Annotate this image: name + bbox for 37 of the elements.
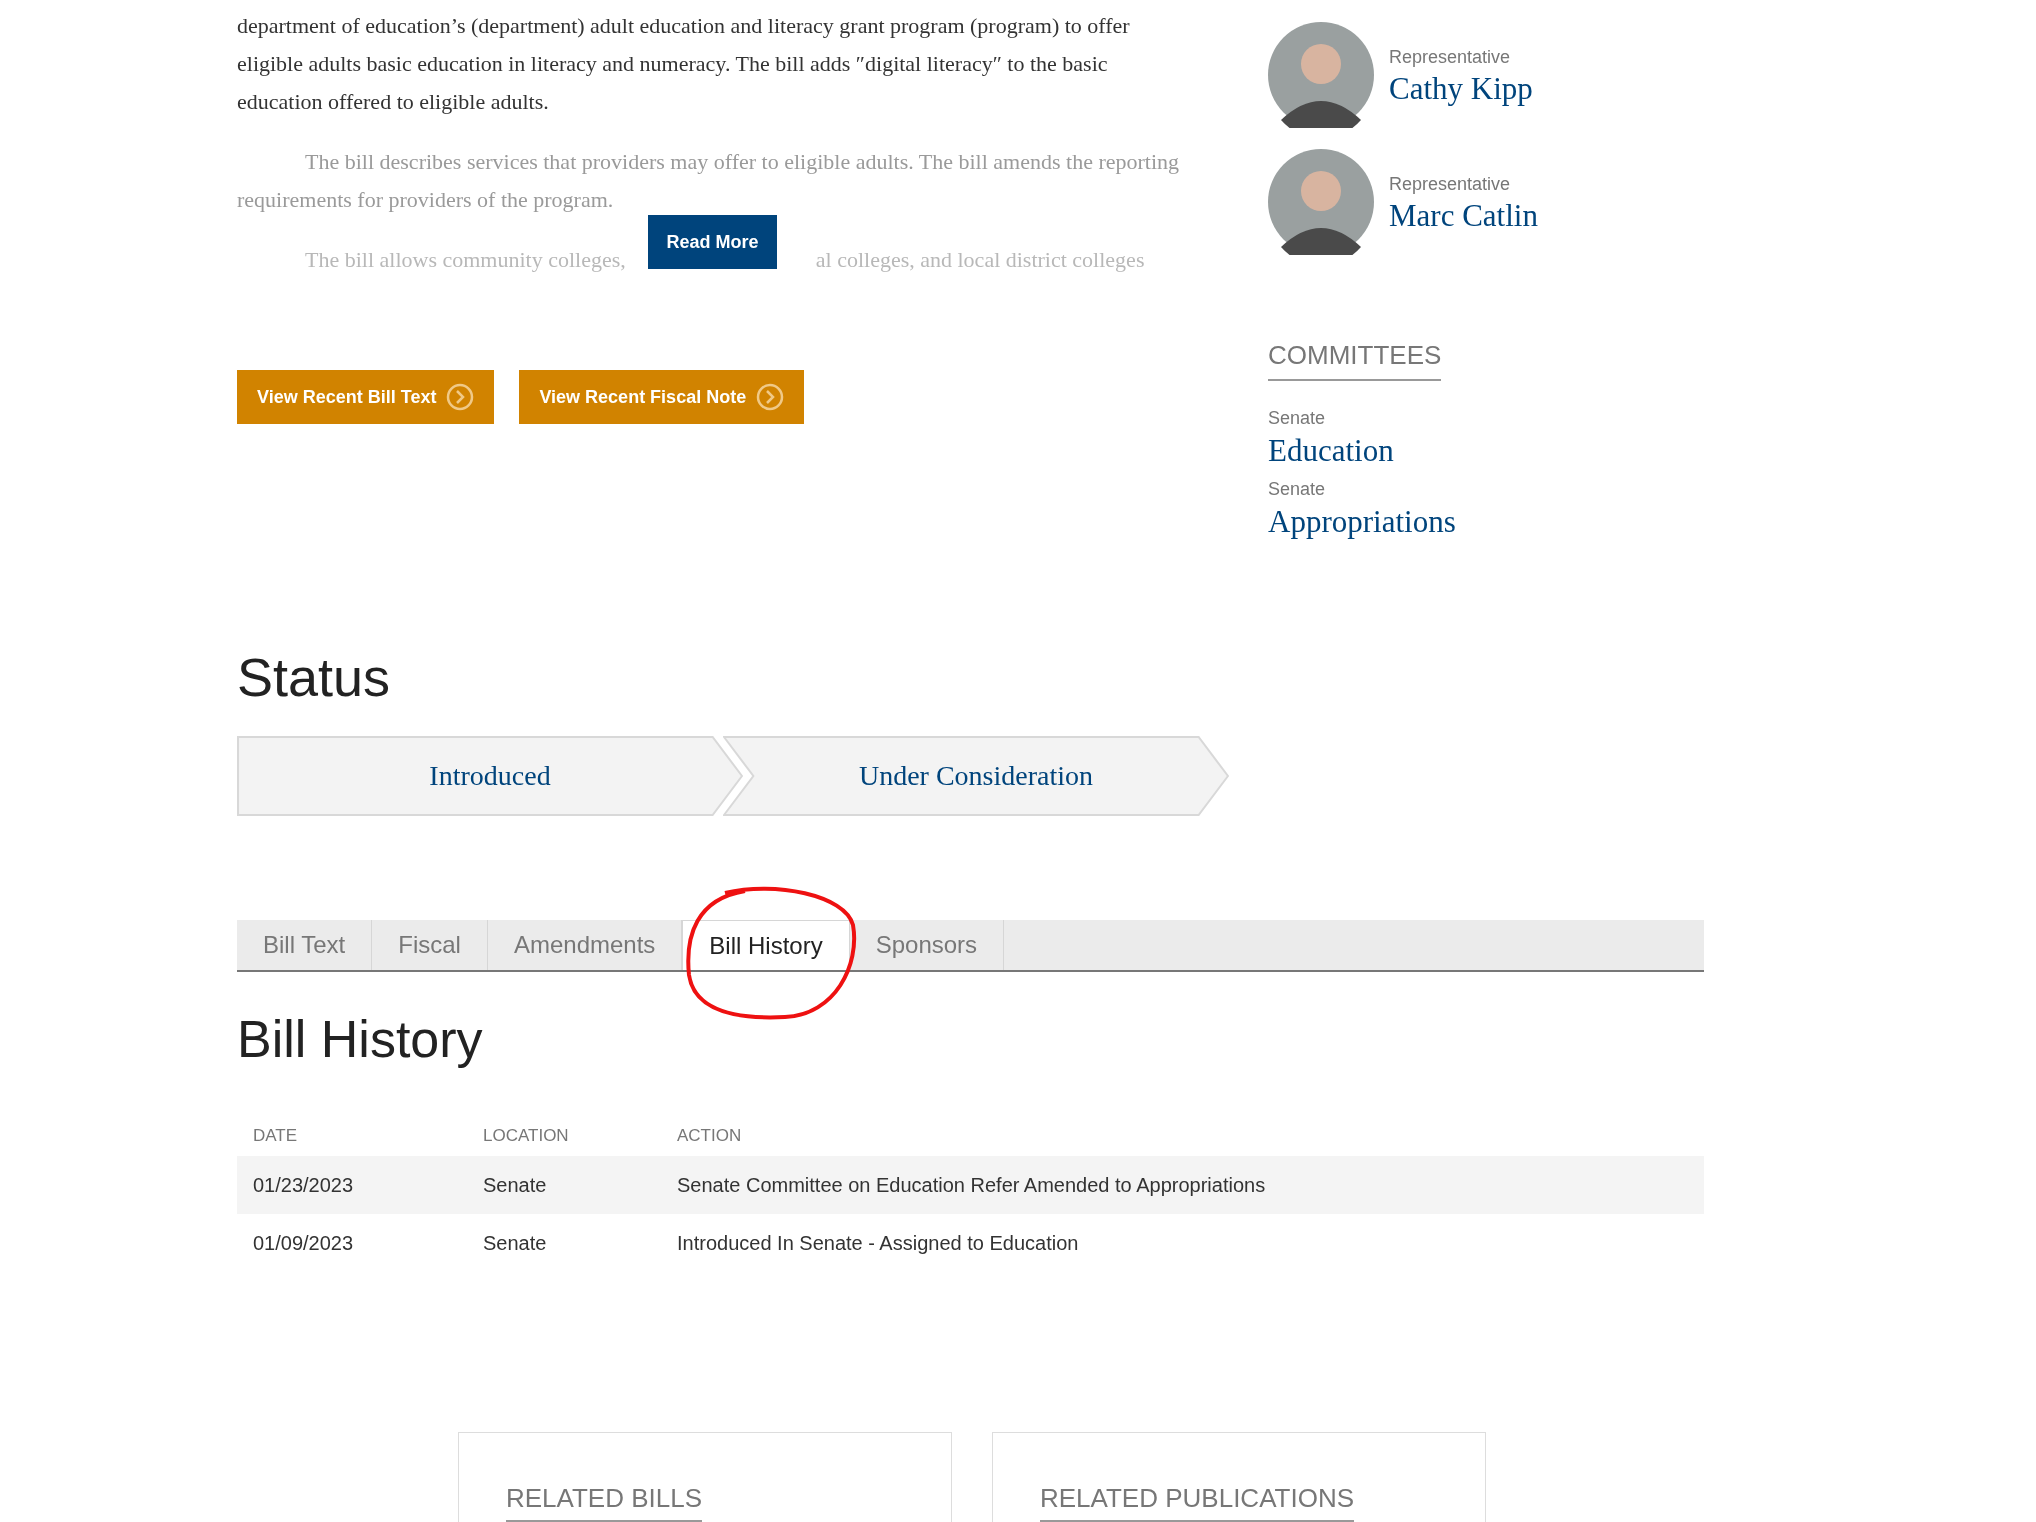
sponsor-name-link[interactable]: Marc Catlin: [1389, 197, 1538, 234]
committees-heading: COMMITTEES: [1268, 336, 1442, 381]
chevron-circle-icon: [446, 383, 475, 411]
status-step: Under Consideration: [723, 736, 1229, 816]
table-cell-text: Senate: [483, 1231, 548, 1256]
tab[interactable]: Bill Text: [237, 920, 373, 970]
committee-chamber: Senate: [1268, 478, 1327, 501]
summary-fragment: The bill allows community colleges,: [305, 246, 626, 274]
committee-link[interactable]: Appropriations: [1268, 503, 1538, 541]
table-cell-text: 01/23/2023: [252, 1173, 355, 1198]
status-step: Introduced: [237, 736, 743, 816]
summary-fragment: al colleges, and local district colleges: [815, 246, 1145, 274]
committee-chamber: Senate: [1268, 407, 1327, 430]
sponsor-role: Representative: [1389, 172, 1512, 196]
table-cell-text: Senate Committee on Education Refer Amended to Appropriations: [677, 1173, 1266, 1198]
avatar-icon: [1268, 22, 1374, 128]
table-cell-text: Senate: [483, 1173, 548, 1198]
bill-history-heading: Bill History: [237, 1009, 484, 1070]
chevron-circle-icon: [756, 383, 785, 411]
table-cell-text: Introduced In Senate - Assigned to Education: [677, 1231, 1079, 1256]
tab[interactable]: Sponsors: [849, 920, 1005, 970]
tab[interactable]: Bill History: [682, 920, 850, 970]
read-more-button[interactable]: Read More: [648, 215, 777, 269]
committee-link[interactable]: Education: [1268, 432, 1538, 470]
related-heading: RELATED BILLS: [506, 1479, 703, 1522]
summary-paragraph: The bill describes services that providers may offer to eligible adults. The bill amends the reporting requirements for providers of the program.: [237, 148, 1181, 214]
sponsor-role: Representative: [1389, 45, 1512, 69]
status-heading: Status: [237, 646, 392, 709]
tab[interactable]: Fiscal: [372, 920, 488, 970]
related-heading: RELATED PUBLICATIONS: [1040, 1479, 1354, 1522]
column-header: ACTION: [677, 1125, 742, 1148]
avatar-icon: [1268, 149, 1374, 255]
sponsor-name-link[interactable]: Cathy Kipp: [1389, 70, 1533, 107]
column-header: LOCATION: [483, 1125, 570, 1148]
column-header: DATE: [252, 1125, 299, 1148]
summary-paragraph: department of education’s (department) adult education and literacy grant program (program) to offer eligible adults basic education in literacy and numeracy. The bill adds ″digital literacy″ to the basic education offered to eligible adults.: [237, 12, 1131, 116]
table-cell-text: 01/09/2023: [252, 1231, 355, 1256]
